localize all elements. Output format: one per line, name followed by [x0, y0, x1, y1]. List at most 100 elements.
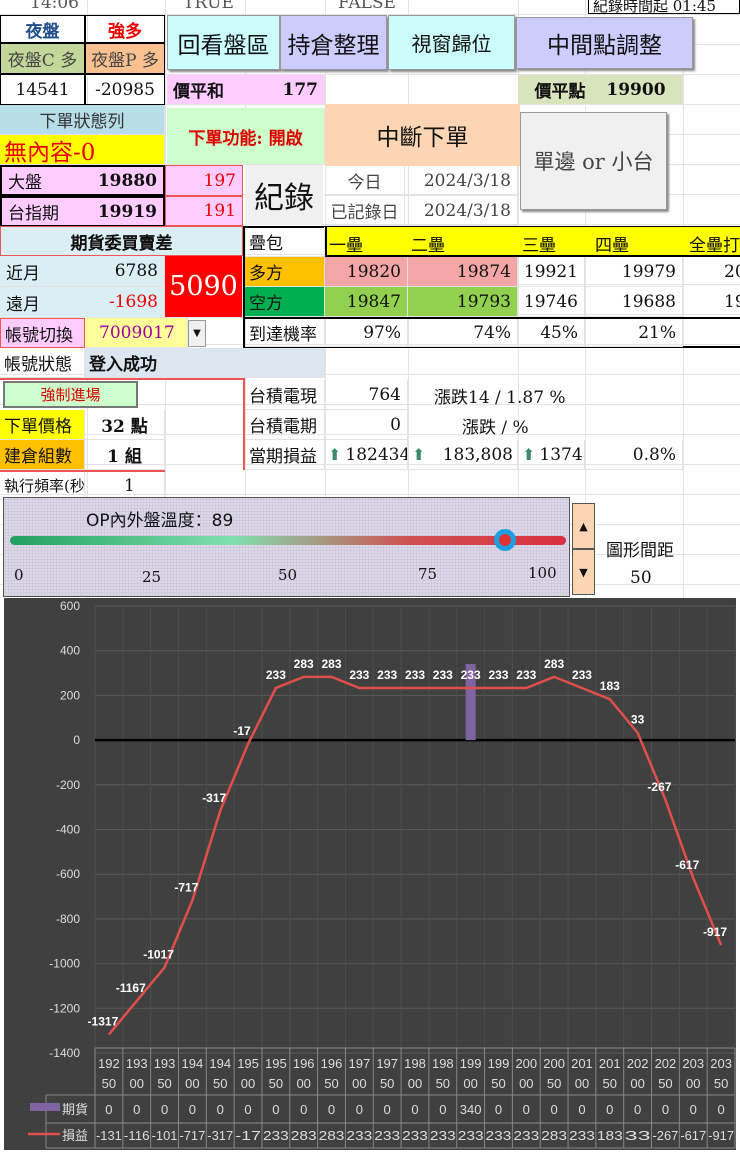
gauge-track [10, 536, 566, 545]
x-tick-label: 194 [209, 1056, 231, 1071]
table-cell-pnl: -17 [235, 1128, 261, 1143]
account-status: 登入成功 [85, 348, 325, 378]
order-price-label: 下單價格 [0, 410, 85, 440]
tsmc-fut: 0 [325, 410, 408, 440]
atm-sum-label: 價平和 [173, 82, 224, 102]
x-tick-label: 00 [630, 1076, 644, 1091]
gauge-knob[interactable] [493, 529, 516, 551]
data-label: 233 [405, 668, 425, 682]
groups-label: 建倉組數 [0, 440, 85, 470]
data-label: 233 [349, 668, 369, 682]
pnl-label: 當期損益 [245, 440, 325, 470]
layer-3: 三壘 [522, 236, 556, 256]
table-cell-pnl: -116 [124, 1128, 150, 1143]
data-label: 233 [572, 668, 592, 682]
pnl-3-cell: ⬆ 1374 [518, 440, 585, 470]
short-5: 19 [724, 292, 740, 312]
table-cell-pnl: -617 [680, 1128, 706, 1143]
pnl-line [107, 675, 723, 1036]
order-status-content: 無內容-0 [0, 135, 165, 165]
recorded-label: 已記錄日 [325, 196, 405, 226]
x-tick-label: 50 [102, 1076, 116, 1091]
tsmc-spot: 764 [325, 380, 408, 410]
x-tick-label: 00 [296, 1076, 310, 1091]
pnl-2: 183,808 [442, 444, 513, 465]
reset-window-button[interactable]: 視窗歸位 [388, 15, 515, 70]
atm-sum-value: 177 [282, 79, 319, 100]
today-date: 2024/3/18 [405, 166, 518, 196]
table-cell-futures: 0 [272, 1102, 279, 1117]
x-tick-label: 50 [213, 1076, 227, 1091]
x-tick-label: 50 [324, 1076, 338, 1091]
prob-1: 97% [325, 319, 408, 347]
y-tick-label: -1000 [49, 957, 80, 971]
x-tick-label: 50 [658, 1076, 672, 1091]
x-tick-label: 198 [432, 1056, 454, 1071]
futures-value: 19919 [97, 201, 157, 222]
table-cell-futures: 0 [411, 1102, 418, 1117]
data-label: -717 [174, 880, 198, 894]
atm-sum: 價平和 177 [167, 75, 325, 105]
force-entry-button[interactable]: 強制進場 [3, 381, 138, 408]
table-cell-pnl: 233 [374, 1128, 400, 1143]
x-tick-label: 50 [603, 1076, 617, 1091]
arrow-up-icon: ⬆ [412, 445, 426, 464]
index-label: 大盤 [8, 173, 42, 193]
y-tick-label: 600 [60, 599, 80, 613]
positions-button[interactable]: 持倉整理 [280, 15, 387, 70]
table-cell-pnl: 233 [430, 1128, 456, 1143]
long-3: 19921 [518, 257, 585, 287]
night-c-label: 夜盤C 多 [0, 43, 85, 74]
table-cell-futures: 0 [328, 1102, 335, 1117]
x-tick-label: 00 [575, 1076, 589, 1091]
far-month-row: 遠月 -1698 [0, 287, 165, 318]
x-tick-label: 50 [714, 1076, 728, 1091]
data-label: -917 [703, 925, 727, 939]
table-cell-futures: 0 [690, 1102, 697, 1117]
account-switch-label: 帳號切換 [0, 318, 85, 348]
near-label: 近月 [6, 263, 40, 284]
table-cell-futures: 0 [662, 1102, 669, 1117]
x-tick-label: 00 [519, 1076, 533, 1091]
x-tick-label: 192 [98, 1056, 120, 1071]
x-tick-label: 00 [463, 1076, 477, 1091]
single-side-button[interactable]: 單邊 or 小台 [520, 112, 667, 210]
table-cell-futures: 0 [161, 1102, 168, 1117]
table-cell-futures: 0 [634, 1102, 641, 1117]
x-tick-label: 00 [130, 1076, 144, 1091]
spin-up-button[interactable]: ▲ [572, 503, 595, 549]
x-tick-label: 203 [682, 1056, 704, 1071]
recorded-date: 2024/3/18 [405, 196, 518, 226]
table-cell-futures: 0 [189, 1102, 196, 1117]
pnl-1: 182434 [345, 444, 408, 465]
stop-order-button[interactable]: 中斷下單 [325, 104, 520, 166]
spin-down-button[interactable]: ▼ [572, 549, 595, 595]
long-2: 19874 [408, 257, 518, 287]
long-label: 多方 [245, 257, 325, 287]
pnl-pct: 0.8% [585, 440, 683, 470]
dropdown-arrow-icon[interactable]: ▼ [188, 320, 206, 347]
layers-header: 一壘 二壘 三壘 四壘 全壘打 [325, 227, 740, 257]
table-cell-pnl: 233 [263, 1128, 289, 1143]
flag-cell: FALSE [338, 0, 396, 12]
x-tick-label: 196 [321, 1056, 343, 1071]
long-1: 19820 [325, 257, 408, 287]
data-label: 183 [600, 679, 620, 693]
x-tick-label: 00 [241, 1076, 255, 1091]
review-button[interactable]: 回看盤區 [167, 15, 280, 70]
y-tick-label: -1400 [49, 1046, 80, 1060]
x-tick-label: 50 [436, 1076, 450, 1091]
x-tick-label: 197 [376, 1056, 398, 1071]
midpoint-button[interactable]: 中間點調整 [516, 17, 693, 69]
table-cell-futures: 0 [300, 1102, 307, 1117]
layer-1: 一壘 [329, 236, 363, 256]
gauge-tick: 75 [418, 565, 438, 583]
night-c-value: 14541 [0, 74, 85, 105]
atm-point: 價平點 19900 [518, 75, 683, 105]
account-select[interactable]: 7009017 [85, 318, 188, 348]
short-1: 19847 [325, 287, 408, 317]
layer-5: 全壘打 [689, 236, 740, 256]
record-button[interactable]: 紀錄 [245, 165, 323, 225]
time-cell: 14:06 [30, 0, 79, 12]
night-p-label: 夜盤P 多 [85, 43, 165, 74]
